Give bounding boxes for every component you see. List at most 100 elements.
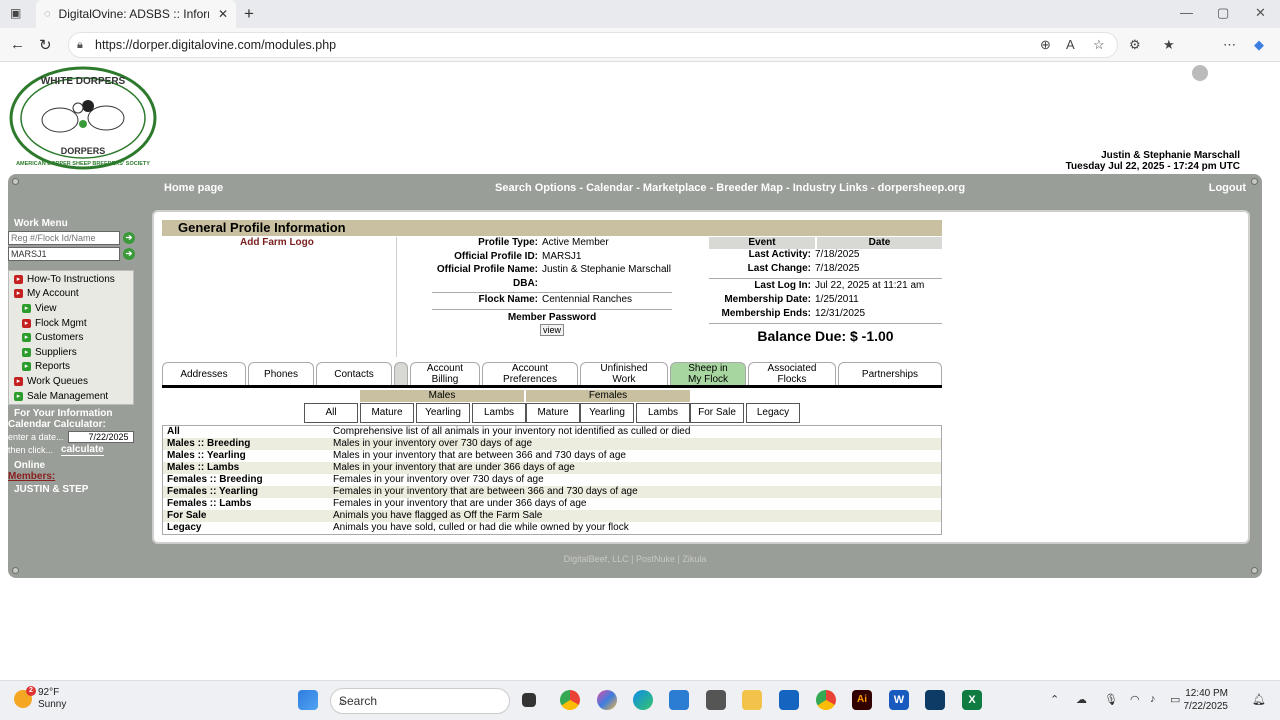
- window-menu-icon[interactable]: ▣: [10, 6, 21, 20]
- filter-button[interactable]: All: [304, 403, 358, 423]
- profile-fields: Profile Type: Active Member Official Profi…: [402, 237, 702, 336]
- volume-icon[interactable]: ♪: [1150, 693, 1156, 705]
- battery-icon[interactable]: ▭: [1170, 693, 1180, 706]
- logout-link[interactable]: Logout: [1209, 182, 1246, 194]
- reload-icon[interactable]: ↻: [39, 36, 52, 54]
- task-view-icon[interactable]: [522, 693, 536, 707]
- profile-tab[interactable]: Contacts: [316, 362, 392, 385]
- menu-item[interactable]: ▸ Customers: [9, 330, 133, 345]
- microphone-icon[interactable]: 🎙︎: [1104, 693, 1118, 706]
- system-clock[interactable]: 12:40 PM 7/22/2025: [1184, 687, 1229, 713]
- profile-tab[interactable]: Partnerships: [838, 362, 942, 385]
- back-icon[interactable]: ←: [10, 36, 25, 53]
- profile-avatar-icon[interactable]: [1192, 65, 1208, 81]
- top-navigation: Home page Search Options - Calendar - Ma…: [8, 182, 1262, 200]
- maximize-icon[interactable]: ▢: [1217, 5, 1229, 21]
- copilot-icon[interactable]: ◆: [1254, 37, 1264, 53]
- profile-tab[interactable]: [394, 362, 408, 385]
- add-farm-logo-link[interactable]: Add Farm Logo: [240, 237, 314, 248]
- outlook-icon[interactable]: [779, 690, 799, 710]
- filter-button[interactable]: Yearling: [580, 403, 634, 423]
- profile-tab[interactable]: Account Billing: [410, 362, 480, 385]
- profile-tab[interactable]: Addresses: [162, 362, 246, 385]
- flock-id-input[interactable]: [8, 247, 120, 261]
- search-go-icon[interactable]: ➔: [123, 232, 135, 244]
- taskbar-search-label: Search: [339, 694, 378, 708]
- favorites-icon[interactable]: ★: [1163, 37, 1175, 53]
- more-menu-icon[interactable]: ⋯: [1223, 37, 1236, 53]
- flock-go-icon[interactable]: ➔: [123, 248, 135, 260]
- event-label: Last Log In:: [754, 280, 811, 291]
- profile-tab[interactable]: Unfinished Work: [580, 362, 668, 385]
- search-input[interactable]: [8, 231, 120, 245]
- browser-tab[interactable]: ◌ DigitalOvine: ADSBS :: Information ✕: [36, 0, 236, 28]
- site-links[interactable]: Search Options - Calendar - Marketplace …: [495, 182, 965, 194]
- taskbar-search[interactable]: ⌕ Search: [330, 688, 510, 714]
- windows-start-icon[interactable]: [298, 690, 318, 710]
- filter-button[interactable]: Mature: [360, 403, 414, 423]
- menu-item[interactable]: ▸ My Account: [9, 287, 133, 302]
- corner-rivet: [1251, 567, 1258, 574]
- minimize-icon[interactable]: —: [1180, 5, 1193, 20]
- home-page-link[interactable]: Home page: [164, 182, 223, 194]
- date-input[interactable]: [67, 430, 134, 443]
- online-member-name[interactable]: JUSTIN & STEP: [8, 484, 154, 495]
- favorite-star-icon[interactable]: ☆: [1093, 37, 1105, 53]
- filter-description: Females in your inventory that are betwe…: [333, 486, 638, 497]
- user-name: Justin & Stephanie Marschall: [1101, 150, 1240, 161]
- profile-tab[interactable]: Associated Flocks: [748, 362, 836, 385]
- menu-item[interactable]: ▸ Flock Mgmt: [9, 316, 133, 331]
- wifi-icon[interactable]: ◠: [1130, 693, 1140, 706]
- event-row: Membership Ends: 12/31/2025: [709, 308, 942, 322]
- menu-item[interactable]: ▸ View: [9, 301, 133, 316]
- description-row: For Sale Animals you have flagged as Off …: [163, 510, 941, 522]
- profile-field-row: Official Profile ID: MARSJ1: [402, 251, 702, 265]
- new-tab-button[interactable]: +: [244, 4, 254, 24]
- filter-button[interactable]: Lambs: [472, 403, 526, 423]
- tab-label-line1: Partnerships: [861, 368, 919, 380]
- file-explorer-icon[interactable]: [742, 690, 762, 710]
- calculate-link[interactable]: calculate: [61, 444, 104, 456]
- weather-widget[interactable]: 2 92°F Sunny: [14, 686, 66, 711]
- notifications-bell-icon[interactable]: 🔔︎: [1252, 693, 1266, 706]
- teamviewer-icon[interactable]: [925, 690, 945, 710]
- excel-icon[interactable]: X: [962, 690, 982, 710]
- description-row: Males :: Breeding Males in your inventory…: [163, 438, 941, 450]
- outlook-calendar-icon[interactable]: [669, 690, 689, 710]
- calendar-calculator: Calendar Calculator: enter a date... the…: [8, 419, 154, 495]
- edge-icon[interactable]: [633, 690, 653, 710]
- menu-item[interactable]: ▸ How-To Instructions: [9, 272, 133, 287]
- illustrator-icon[interactable]: Ai: [852, 690, 872, 710]
- copilot-app-icon[interactable]: [597, 690, 617, 710]
- filter-button[interactable]: Legacy: [746, 403, 800, 423]
- menu-item[interactable]: ▸ Work Queues: [9, 374, 133, 389]
- calculator-icon[interactable]: [706, 690, 726, 710]
- menu-item[interactable]: ▸ Reports: [9, 360, 133, 375]
- chrome-profile-icon[interactable]: [816, 690, 836, 710]
- divider: [709, 323, 942, 324]
- filter-button[interactable]: Lambs: [636, 403, 690, 423]
- profile-tab[interactable]: Sheep in My Flock: [670, 362, 746, 385]
- menu-item[interactable]: ▸ Suppliers: [9, 345, 133, 360]
- read-aloud-icon[interactable]: A: [1066, 37, 1075, 52]
- tray-chevron-icon[interactable]: ⌃: [1050, 693, 1059, 706]
- tab-close-icon[interactable]: ✕: [218, 7, 228, 21]
- menu-item[interactable]: ▸ Sale Management: [9, 389, 133, 404]
- profile-tab[interactable]: Account Preferences: [482, 362, 578, 385]
- filter-name: Females :: Yearling: [167, 486, 258, 497]
- extensions-icon[interactable]: ⚙: [1129, 37, 1141, 53]
- filter-button[interactable]: For Sale: [690, 403, 744, 423]
- zoom-icon[interactable]: ⊕: [1040, 37, 1051, 53]
- profile-tabs: Addresses Phones Contacts Account Billing Acc…: [162, 362, 942, 388]
- close-window-icon[interactable]: ✕: [1255, 5, 1266, 21]
- site-info-icon[interactable]: 🔒︎: [77, 33, 83, 57]
- word-icon[interactable]: W: [889, 690, 909, 710]
- view-password-button[interactable]: view: [540, 323, 564, 336]
- profile-tab[interactable]: Phones: [248, 362, 314, 385]
- chrome-icon[interactable]: [560, 690, 580, 710]
- onedrive-icon[interactable]: ☁: [1076, 693, 1087, 706]
- url-field[interactable]: 🔒︎ https://dorper.digitalovine.com/modul…: [68, 32, 1118, 58]
- filter-button[interactable]: Yearling: [416, 403, 470, 423]
- browser-tab-bar: ▣ ◌ DigitalOvine: ADSBS :: Information ✕…: [0, 0, 1280, 28]
- filter-button[interactable]: Mature: [526, 403, 580, 423]
